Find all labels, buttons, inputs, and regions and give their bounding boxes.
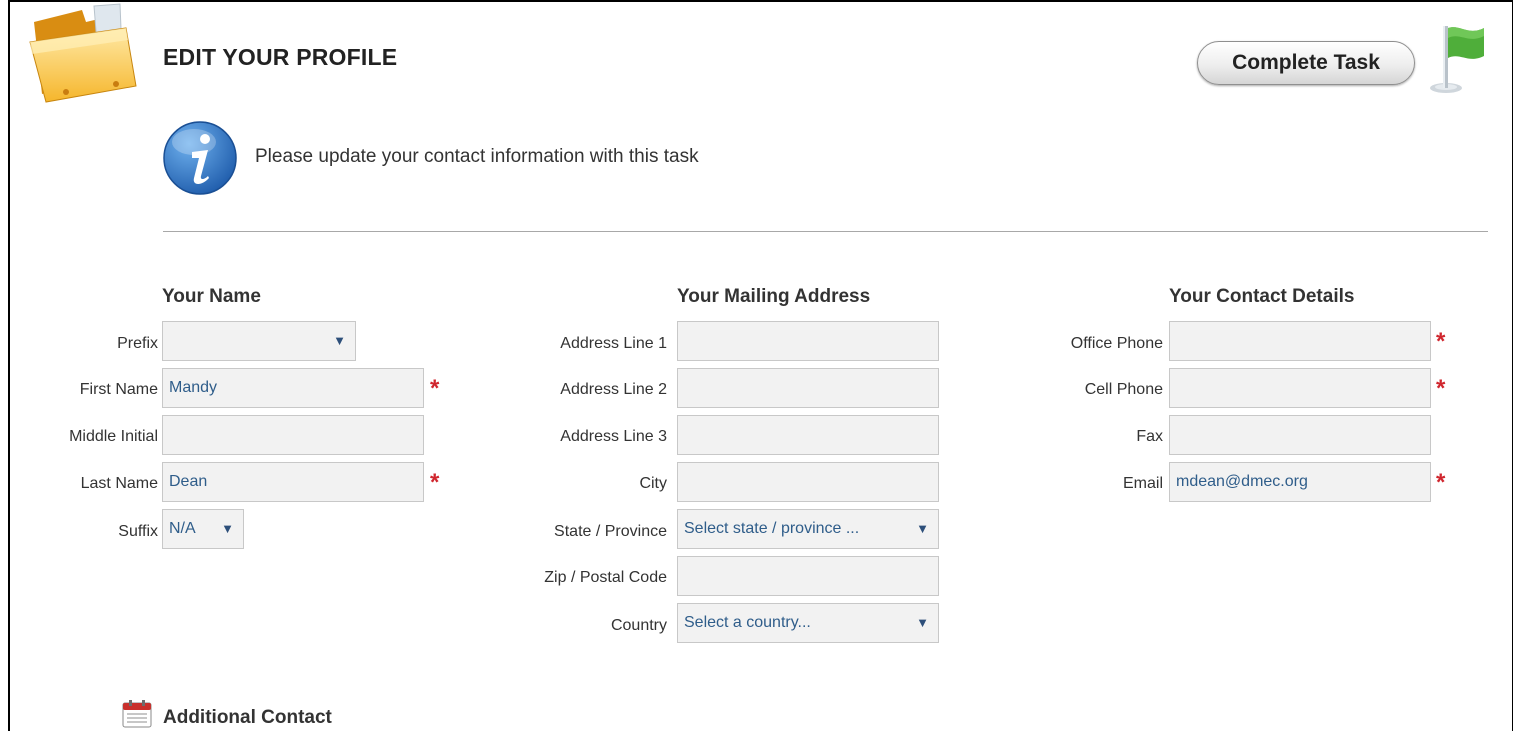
cell-phone-input[interactable] [1169,368,1431,408]
calendar-icon[interactable] [122,700,152,728]
last-name-label: Last Name [80,475,158,492]
suffix-value: N/A [169,520,196,537]
address-line-2-input[interactable] [677,368,939,408]
city-label: City [639,475,667,492]
cell-phone-label: Cell Phone [1084,381,1163,398]
contact-section-title: Your Contact Details [1169,286,1355,307]
email-input[interactable]: mdean@dmec.org [1169,462,1431,502]
country-label: Country [610,617,667,634]
middle-initial-label: Middle Initial [69,428,158,445]
prefix-select[interactable]: ▼ [162,321,356,361]
required-marker: * [1436,328,1446,355]
chevron-down-icon: ▼ [916,615,929,630]
required-marker: * [1436,469,1446,496]
address-line-2-label: Address Line 2 [560,381,667,398]
additional-contact-title[interactable]: Additional Contact [163,707,332,729]
email-label: Email [1122,475,1163,492]
info-message: Please update your contact information w… [255,146,699,167]
middle-initial-input[interactable] [162,415,424,455]
zip-label: Zip / Postal Code [544,569,667,586]
fax-label: Fax [1136,428,1163,445]
state-select[interactable]: Select state / province ... ▼ [677,509,939,549]
name-section-title: Your Name [162,286,261,307]
office-phone-input[interactable] [1169,321,1431,361]
address-line-1-input[interactable] [677,321,939,361]
first-name-label: First Name [79,381,158,398]
flag-icon [1430,26,1484,93]
required-marker: * [1436,375,1446,402]
required-marker: * [430,375,440,402]
address-line-1-label: Address Line 1 [560,335,667,352]
last-name-input[interactable]: Dean [162,462,424,502]
info-icon [163,121,237,195]
prefix-label: Prefix [117,335,158,352]
chevron-down-icon: ▼ [221,521,234,536]
folder-icon [29,3,137,103]
city-input[interactable] [677,462,939,502]
country-select[interactable]: Select a country... ▼ [677,603,939,643]
first-name-input[interactable]: Mandy [162,368,424,408]
complete-task-button[interactable]: Complete Task [1197,41,1415,85]
page-title: EDIT YOUR PROFILE [163,44,398,70]
address-section-title: Your Mailing Address [677,286,871,307]
zip-input[interactable] [677,556,939,596]
required-marker: * [430,469,440,496]
suffix-select[interactable]: N/A ▼ [162,509,244,549]
address-line-3-input[interactable] [677,415,939,455]
chevron-down-icon: ▼ [916,521,929,536]
chevron-down-icon: ▼ [333,333,346,348]
state-value: Select state / province ... [684,520,860,537]
address-line-3-label: Address Line 3 [560,428,667,445]
state-label: State / Province [554,523,667,540]
office-phone-label: Office Phone [1070,335,1163,352]
fax-input[interactable] [1169,415,1431,455]
country-value: Select a country... [684,614,811,631]
divider [163,231,1488,232]
suffix-label: Suffix [118,523,158,540]
